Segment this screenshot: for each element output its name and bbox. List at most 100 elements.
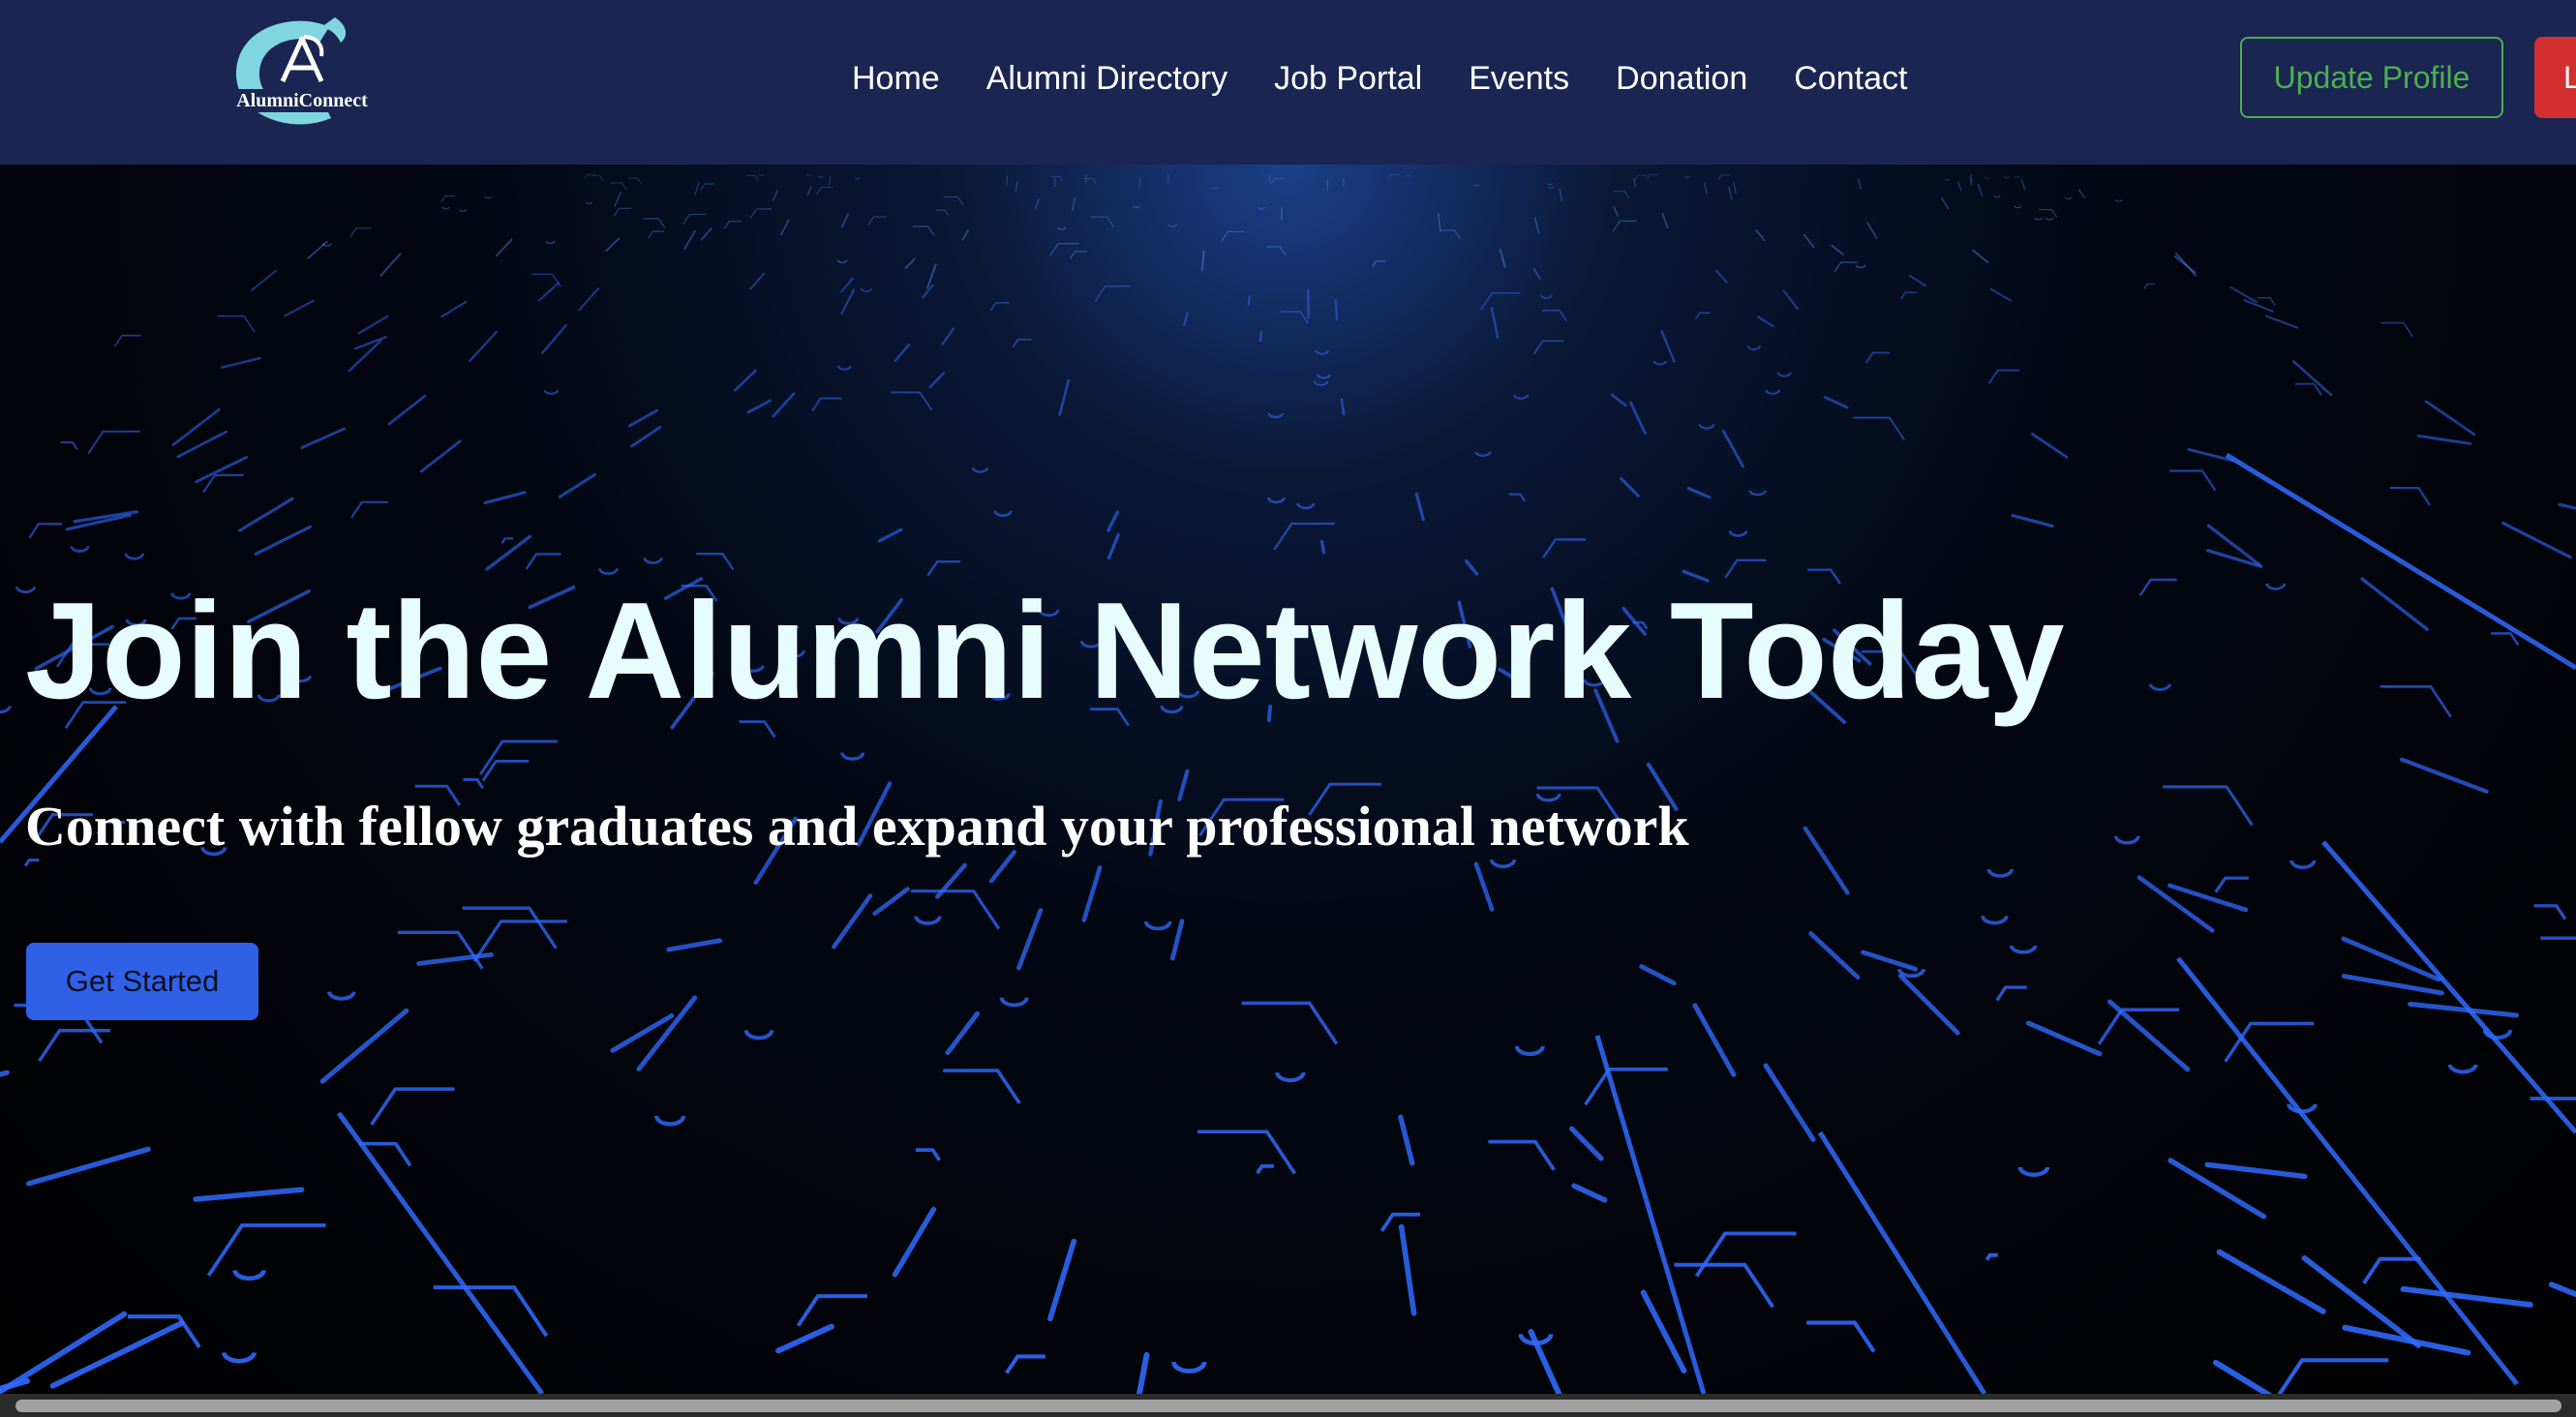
circuit-trace xyxy=(1900,291,1917,300)
circuit-trace xyxy=(1171,1361,1207,1373)
nav-job-portal-link[interactable]: Job Portal xyxy=(1274,48,1422,108)
circuit-trace xyxy=(1944,178,1951,181)
circuit-trace xyxy=(941,327,955,346)
circuit-trace xyxy=(591,175,604,181)
circuit-trace xyxy=(1387,173,1400,180)
circuit-trace xyxy=(643,218,666,228)
circuit-trace xyxy=(1831,244,1844,256)
circuit-trace xyxy=(2540,936,2576,940)
circuit-trace xyxy=(2243,299,2274,313)
circuit-trace xyxy=(944,196,964,206)
circuit-trace xyxy=(1594,1035,1707,1394)
circuit-trace xyxy=(1398,1223,1417,1316)
nav-events-link[interactable]: Events xyxy=(1469,48,1569,108)
circuit-trace xyxy=(904,257,916,269)
circuit-trace xyxy=(1275,1071,1306,1083)
circuit-trace xyxy=(1265,246,1287,256)
circuit-trace xyxy=(1270,177,1284,185)
hero-title: Join the Alumni Network Today xyxy=(25,574,2065,728)
circuit-trace xyxy=(993,510,1013,517)
circuit-trace xyxy=(867,216,888,226)
circuit-trace xyxy=(1866,222,1878,239)
brand-logo[interactable]: AlumniConnect xyxy=(215,14,389,134)
circuit-trace xyxy=(961,229,969,241)
circuit-trace xyxy=(1569,1126,1604,1161)
circuit-trace xyxy=(1834,261,1858,273)
circuit-trace xyxy=(2224,1021,2315,1063)
horizontal-scrollbar[interactable] xyxy=(0,1394,2576,1417)
circuit-trace xyxy=(1908,274,1927,287)
circuit-trace xyxy=(1683,175,1690,178)
circuit-trace xyxy=(2447,1064,2478,1074)
circuit-trace xyxy=(1313,380,1329,386)
circuit-trace xyxy=(419,439,462,473)
circuit-trace xyxy=(614,192,621,207)
circuit-trace xyxy=(627,177,642,185)
circuit-trace xyxy=(989,302,1010,312)
circuit-trace xyxy=(1256,1163,1274,1175)
circuit-trace xyxy=(2214,876,2249,893)
circuit-trace xyxy=(1646,174,1658,180)
navbar: AlumniConnect Home Alumni Directory Job … xyxy=(0,0,2576,165)
circuit-trace xyxy=(206,1222,326,1277)
circuit-trace xyxy=(1984,176,1990,179)
circuit-trace xyxy=(0,706,12,714)
circuit-trace xyxy=(1006,175,1008,186)
scrollbar-thumb[interactable] xyxy=(15,1400,2561,1412)
circuit-trace xyxy=(433,1285,549,1338)
circuit-trace xyxy=(202,473,244,494)
nav-donation-link[interactable]: Donation xyxy=(1616,48,1747,108)
nav-home-link[interactable]: Home xyxy=(852,48,940,108)
logout-button[interactable]: L xyxy=(2534,37,2576,118)
nav-alumni-directory-link[interactable]: Alumni Directory xyxy=(986,48,1227,108)
circuit-trace xyxy=(1307,288,1310,319)
circuit-trace xyxy=(628,408,658,428)
circuit-trace xyxy=(614,207,632,217)
circuit-trace xyxy=(1620,476,1640,497)
circuit-trace xyxy=(700,227,712,241)
circuit-trace xyxy=(1733,181,1737,195)
circuit-trace xyxy=(1258,330,1263,343)
circuit-trace xyxy=(1143,920,1172,931)
circuit-trace xyxy=(1861,950,1918,972)
circuit-trace xyxy=(1211,187,1218,190)
circuit-trace xyxy=(2558,502,2576,510)
circuit-trace xyxy=(636,995,698,1071)
circuit-trace xyxy=(1584,1067,1668,1106)
circuit-trace xyxy=(1823,396,1849,409)
circuit-trace xyxy=(1221,230,1245,242)
get-started-button[interactable]: Get Started xyxy=(26,943,258,1020)
circuit-trace xyxy=(485,534,532,571)
circuit-trace xyxy=(1559,188,1562,202)
circuit-trace xyxy=(1488,1139,1556,1171)
circuit-trace xyxy=(1280,311,1309,324)
circuit-trace xyxy=(350,500,388,519)
circuit-trace xyxy=(772,392,796,418)
circuit-trace xyxy=(2175,253,2197,277)
nav-contact-link[interactable]: Contact xyxy=(1794,48,1907,108)
circuit-trace xyxy=(2065,196,2073,200)
circuit-trace xyxy=(60,441,78,451)
circuit-trace xyxy=(2321,840,2576,1134)
circuit-trace xyxy=(1340,398,1346,416)
circuit-trace xyxy=(1542,310,1567,322)
update-profile-button[interactable]: Update Profile xyxy=(2240,37,2503,118)
circuit-trace xyxy=(1985,1252,1998,1261)
circuit-trace xyxy=(892,1206,937,1278)
circuit-trace xyxy=(1694,312,1711,320)
circuit-trace xyxy=(1440,229,1462,240)
circuit-trace xyxy=(1169,919,1185,961)
circuit-trace xyxy=(700,183,714,191)
circuit-trace xyxy=(1273,522,1336,551)
circuit-trace xyxy=(1728,530,1748,537)
circuit-trace xyxy=(1106,532,1120,560)
circuit-trace xyxy=(2491,632,2520,647)
circuit-trace xyxy=(860,287,872,292)
circuit-trace xyxy=(221,1351,258,1364)
circuit-trace xyxy=(1610,393,1627,407)
circuit-trace xyxy=(666,938,722,952)
circuit-trace xyxy=(1660,329,1676,363)
circuit-trace xyxy=(1048,243,1079,256)
circuit-trace xyxy=(610,1013,675,1053)
circuit-trace xyxy=(2077,189,2086,198)
